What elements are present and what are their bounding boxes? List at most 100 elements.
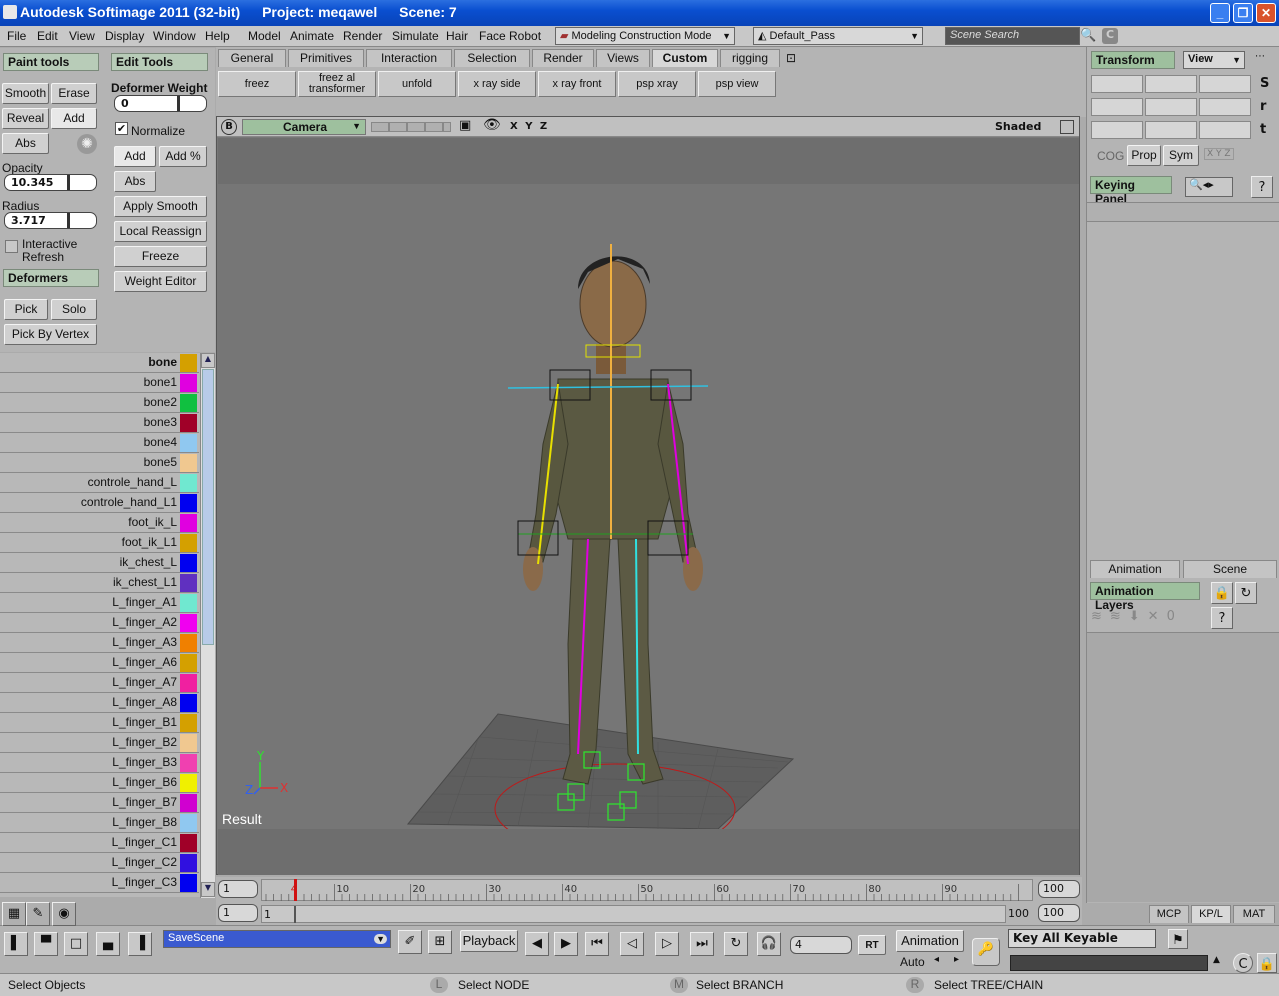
- deformer-list-item[interactable]: bone5: [0, 453, 199, 473]
- help-icon[interactable]: ?: [1251, 176, 1273, 198]
- tab-views[interactable]: Views: [596, 49, 650, 67]
- menu-display[interactable]: Display: [105, 29, 144, 43]
- deformer-color-swatch[interactable]: [180, 754, 197, 772]
- rotate-x-field[interactable]: [1091, 98, 1143, 116]
- deformer-list-item[interactable]: ik_chest_L1: [0, 573, 199, 593]
- scene-search-input[interactable]: Scene Search: [945, 27, 1080, 45]
- unfold-button[interactable]: unfold: [378, 71, 456, 97]
- deformer-list-item[interactable]: L_finger_B7: [0, 793, 199, 813]
- tab-selection[interactable]: Selection: [454, 49, 530, 67]
- paint-palette-icon[interactable]: ◉: [52, 902, 76, 926]
- deformer-color-swatch[interactable]: [180, 534, 197, 552]
- axis-lock-buttons[interactable]: X Y Z: [1204, 148, 1234, 160]
- timeline-ruler[interactable]: 4102030405060708090: [261, 879, 1033, 901]
- menu-hair[interactable]: Hair: [446, 29, 468, 43]
- key-icon[interactable]: 🔑: [972, 938, 1000, 966]
- view-combo[interactable]: View ▼: [1183, 51, 1245, 69]
- slider-knob[interactable]: [67, 175, 70, 190]
- deformer-list-item[interactable]: bone2: [0, 393, 199, 413]
- current-frame-field[interactable]: 4: [790, 936, 852, 954]
- audio-icon[interactable]: 🎧: [757, 932, 781, 956]
- freez-al-transformer-button[interactable]: freez al transformer: [298, 71, 376, 97]
- local-reassign-button[interactable]: Local Reassign: [114, 221, 207, 242]
- scroll-down-icon[interactable]: ▼: [201, 882, 215, 897]
- play-backward-icon[interactable]: ◁: [620, 932, 644, 956]
- paint-tools-header[interactable]: Paint tools: [3, 53, 99, 71]
- pick-button[interactable]: Pick: [4, 299, 48, 320]
- scroll-thumb[interactable]: [202, 369, 214, 645]
- layout-top-icon[interactable]: ▀: [34, 932, 58, 956]
- deformer-color-swatch[interactable]: [180, 874, 197, 892]
- sym-button[interactable]: Sym: [1163, 145, 1199, 166]
- deformer-color-swatch[interactable]: [180, 634, 197, 652]
- deformer-list-item[interactable]: bone: [0, 353, 199, 373]
- deformer-color-swatch[interactable]: [180, 734, 197, 752]
- panel-menu-icon[interactable]: ⋯: [1255, 51, 1265, 62]
- last-frame-icon[interactable]: ⏭: [690, 932, 714, 956]
- psp-view-button[interactable]: psp view: [698, 71, 776, 97]
- maximize-viewport-icon[interactable]: [1060, 120, 1074, 134]
- viewport-scene[interactable]: Y X Z Result: [218, 184, 1079, 855]
- interactive-refresh-checkbox[interactable]: [5, 240, 18, 253]
- deformer-list-item[interactable]: L_finger_B1: [0, 713, 199, 733]
- deformer-color-swatch[interactable]: [180, 814, 197, 832]
- deformer-list-item[interactable]: foot_ik_L: [0, 513, 199, 533]
- menu-view[interactable]: View: [69, 29, 95, 43]
- deformer-color-swatch[interactable]: [180, 514, 197, 532]
- slider-knob[interactable]: [177, 96, 180, 111]
- brush-settings-icon[interactable]: ✺: [77, 134, 97, 154]
- deformer-color-swatch[interactable]: [180, 834, 197, 852]
- apply-smooth-button[interactable]: Apply Smooth: [114, 196, 207, 217]
- timeline-start-field[interactable]: 1: [218, 880, 258, 898]
- abs-button[interactable]: Abs: [2, 133, 49, 154]
- maximize-icon[interactable]: ❐: [1233, 3, 1253, 23]
- menu-edit[interactable]: Edit: [37, 29, 58, 43]
- deformers-header[interactable]: Deformers: [3, 269, 99, 287]
- lock-key-icon[interactable]: 🔒: [1257, 953, 1277, 973]
- pick-by-vertex-button[interactable]: Pick By Vertex: [4, 324, 97, 345]
- tab-interaction[interactable]: Interaction: [366, 49, 452, 67]
- rotate-y-field[interactable]: [1145, 98, 1197, 116]
- prop-button[interactable]: Prop: [1127, 145, 1161, 166]
- deformer-weight-slider[interactable]: 0: [114, 95, 207, 112]
- scale-z-field[interactable]: [1199, 75, 1251, 93]
- deformer-list-item[interactable]: controle_hand_L: [0, 473, 199, 493]
- deformer-color-swatch[interactable]: [180, 354, 197, 372]
- prev-frame-icon[interactable]: ◀: [525, 932, 549, 956]
- mode-combo[interactable]: ▰ Modeling Construction Mode ▼: [555, 27, 735, 45]
- tab-kpl[interactable]: KP/L: [1191, 905, 1231, 923]
- smooth-button[interactable]: Smooth: [2, 83, 49, 104]
- menu-animate[interactable]: Animate: [290, 29, 334, 43]
- scale-y-field[interactable]: [1145, 75, 1197, 93]
- psp-xray-button[interactable]: psp xray: [618, 71, 696, 97]
- menu-window[interactable]: Window: [153, 29, 196, 43]
- chevron-up-icon[interactable]: ▲: [1213, 955, 1220, 965]
- layout-right-icon[interactable]: ▐: [128, 932, 152, 956]
- record-icon[interactable]: C: [1233, 953, 1253, 973]
- deformer-color-swatch[interactable]: [180, 554, 197, 572]
- keying-set-field[interactable]: Key All Keyable: [1008, 929, 1156, 948]
- menu-face-robot[interactable]: Face Robot: [479, 29, 541, 43]
- menu-render[interactable]: Render: [343, 29, 382, 43]
- deformer-color-swatch[interactable]: [180, 854, 197, 872]
- transform-header[interactable]: Transform: [1091, 51, 1175, 69]
- cog-button[interactable]: COG: [1097, 149, 1124, 163]
- pass-combo[interactable]: ◭ Default_Pass ▼: [753, 27, 923, 45]
- deformer-list-item[interactable]: bone3: [0, 413, 199, 433]
- rotate-button[interactable]: r: [1260, 99, 1266, 114]
- slider-knob[interactable]: [67, 213, 70, 228]
- minimize-icon[interactable]: _: [1210, 3, 1230, 23]
- deformer-list-item[interactable]: L_finger_A6: [0, 653, 199, 673]
- keying-set-icon[interactable]: ⚑: [1168, 929, 1188, 949]
- loop-icon[interactable]: ↻: [724, 932, 748, 956]
- viewport-b-button[interactable]: B: [221, 119, 237, 135]
- tab-rigging[interactable]: rigging: [720, 49, 780, 67]
- opacity-slider[interactable]: 10.345: [4, 174, 97, 191]
- deformer-list-item[interactable]: L_finger_B6: [0, 773, 199, 793]
- deformer-list-item[interactable]: L_finger_C2: [0, 853, 199, 873]
- deformer-list-item[interactable]: L_finger_B3: [0, 753, 199, 773]
- playback-menu-button[interactable]: Playback: [460, 930, 518, 952]
- new-tab-icon[interactable]: ⊡: [786, 51, 796, 65]
- x-ray-front-button[interactable]: x ray front: [538, 71, 616, 97]
- playhead[interactable]: [294, 879, 297, 901]
